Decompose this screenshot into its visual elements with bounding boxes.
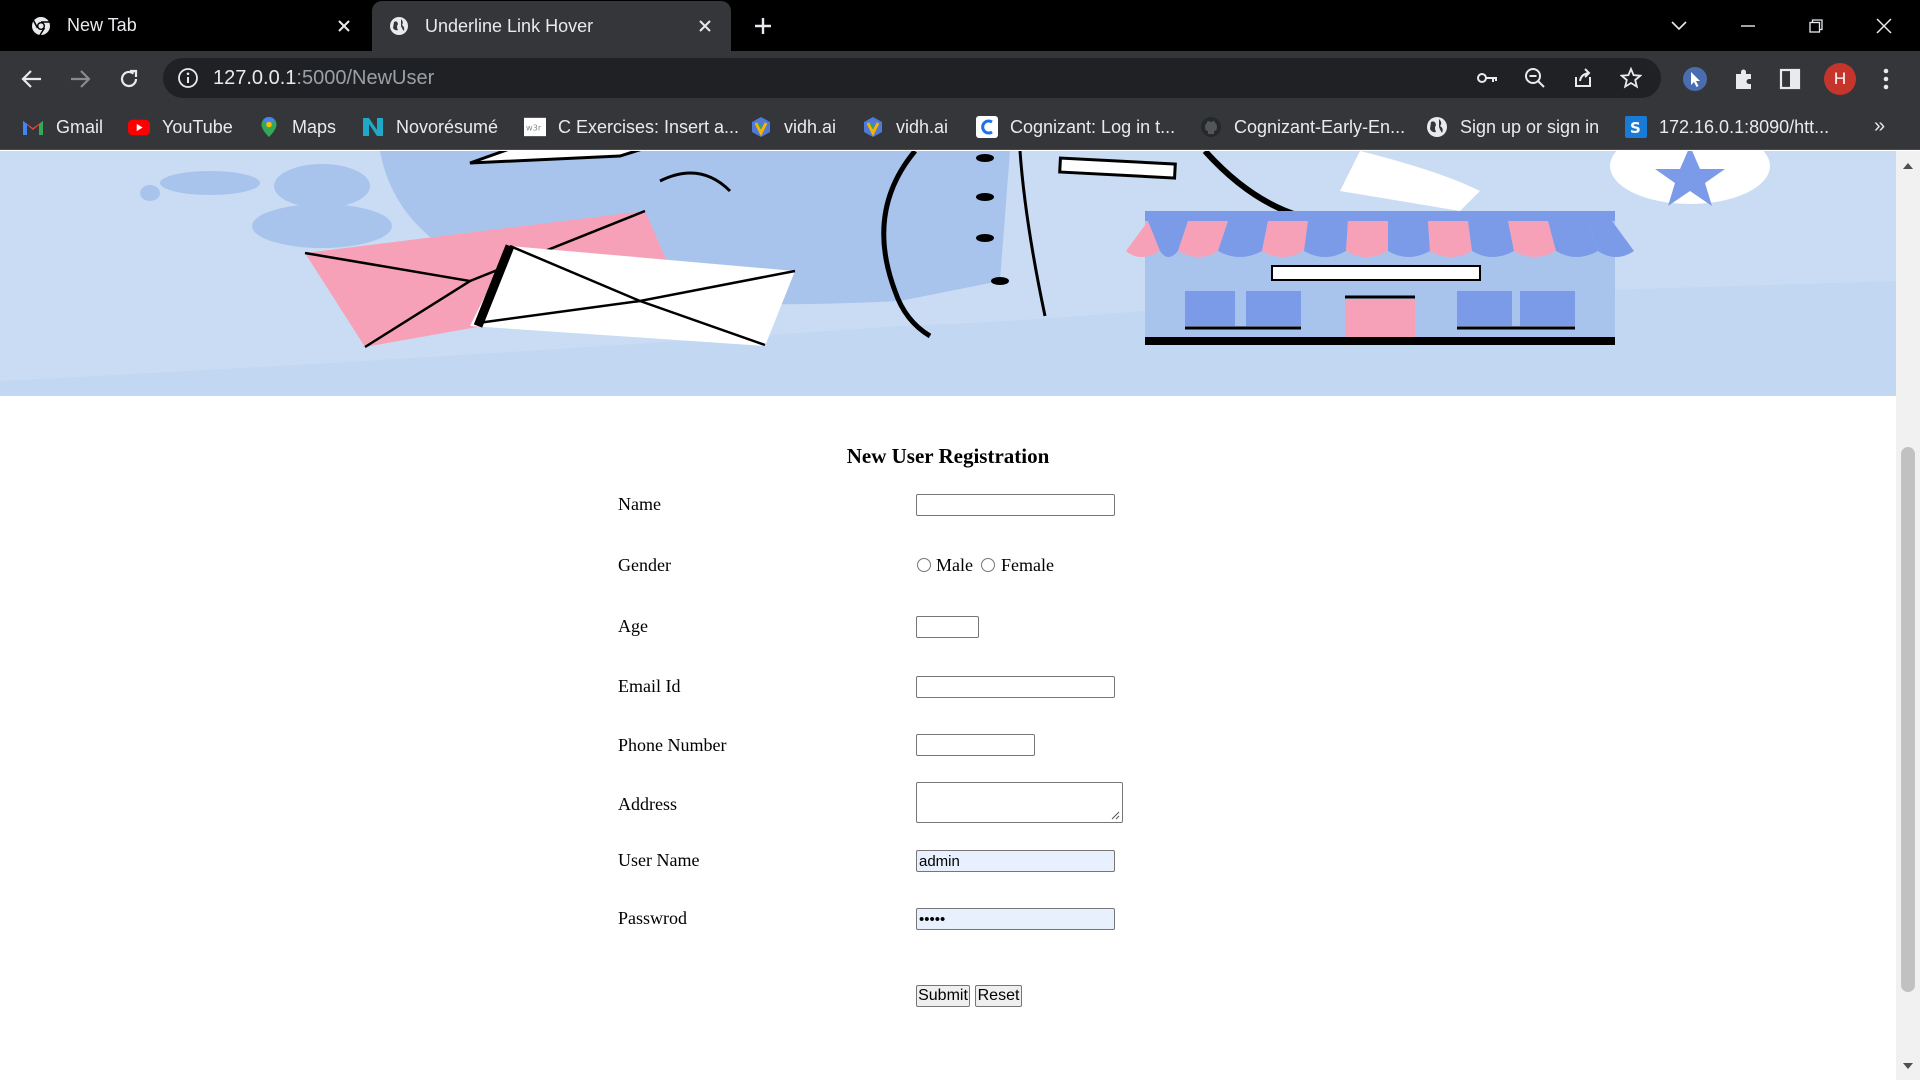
browser-toolbar: 127.0.0.1:5000/NewUser H [0, 51, 1920, 105]
restore-icon[interactable] [1788, 0, 1844, 51]
page-scrollbar[interactable] [1896, 151, 1920, 1080]
bookmark-vidhai-2[interactable]: vidh.ai [862, 115, 948, 139]
sophos-icon: S [1625, 116, 1647, 138]
bookmark-label: Cognizant-Early-En... [1234, 116, 1406, 137]
vidhai-icon [750, 116, 772, 138]
bookmark-gmail[interactable]: Gmail [22, 115, 103, 139]
address-label: Address [618, 794, 677, 814]
password-label: Passwrod [618, 908, 688, 928]
reset-button[interactable]: Reset [975, 985, 1022, 1007]
star-icon[interactable] [1619, 66, 1643, 90]
gmail-icon [22, 116, 44, 138]
extension-cursor-icon[interactable] [1681, 65, 1709, 93]
share-icon[interactable] [1571, 66, 1595, 90]
bookmark-label: YouTube [162, 116, 233, 137]
bookmark-label: 172.16.0.1:8090/htt... [1659, 116, 1830, 137]
tab-strip: New Tab Underline Link Hover [0, 0, 1920, 51]
submit-button[interactable]: Submit [916, 985, 970, 1007]
side-panel-icon[interactable] [1776, 65, 1804, 93]
url-path: :5000/NewUser [296, 67, 435, 89]
info-icon[interactable] [177, 67, 199, 89]
scroll-down-arrow-icon[interactable] [1903, 1061, 1913, 1071]
email-label: Email Id [618, 676, 681, 696]
tab-title: New Tab [67, 15, 137, 35]
phone-label: Phone Number [618, 735, 727, 755]
tab-search-chevron-down-icon[interactable] [1651, 0, 1707, 51]
page-viewport: New User Registration Name Gender Male F… [0, 151, 1896, 1080]
bookmark-maps[interactable]: Maps [258, 115, 336, 139]
globe-icon [389, 16, 409, 36]
url-host: 127.0.0.1 [213, 67, 297, 89]
minimize-icon[interactable] [1720, 0, 1776, 51]
address-bar[interactable]: 127.0.0.1:5000/NewUser [163, 58, 1661, 98]
chrome-icon [31, 16, 51, 36]
name-input[interactable] [916, 494, 1115, 516]
maps-icon [258, 116, 280, 138]
scroll-up-arrow-icon[interactable] [1903, 161, 1913, 171]
close-icon[interactable] [330, 12, 358, 40]
bookmark-label: vidh.ai [896, 116, 949, 137]
profile-avatar[interactable]: H [1824, 63, 1856, 95]
back-arrow-icon[interactable] [16, 63, 48, 95]
address-textarea[interactable] [916, 782, 1123, 823]
password-input[interactable] [916, 908, 1115, 930]
bookmark-label: Gmail [56, 116, 104, 137]
extensions-puzzle-icon[interactable] [1730, 65, 1758, 93]
bookmark-sign-up[interactable]: Sign up or sign in [1426, 115, 1599, 139]
bookmark-cognizant-early-engagement[interactable]: Cognizant-Early-En... [1200, 115, 1405, 139]
window-close-icon[interactable] [1856, 0, 1912, 51]
new-tab-button[interactable] [748, 11, 778, 41]
phone-input[interactable] [916, 734, 1035, 756]
username-label: User Name [618, 850, 700, 870]
youtube-icon [128, 116, 150, 138]
url-text[interactable]: 127.0.0.1:5000/NewUser [213, 67, 434, 90]
username-input[interactable] [916, 850, 1115, 872]
bookmark-novoresume[interactable]: Novorésumé [362, 115, 498, 139]
tab-new-tab[interactable]: New Tab [0, 0, 370, 51]
w3resource-icon: w3r [524, 116, 546, 138]
age-label: Age [618, 616, 648, 636]
menu-kebab-icon[interactable] [1872, 65, 1900, 93]
globe-icon [1426, 116, 1448, 138]
vidhai-icon [862, 116, 884, 138]
key-icon[interactable] [1475, 66, 1499, 90]
svg-text:S: S [1630, 119, 1641, 137]
gender-label: Gender [618, 555, 671, 575]
bookmarks-overflow-icon[interactable]: » [1874, 115, 1885, 138]
bookmark-label: Novorésumé [396, 116, 499, 137]
close-icon[interactable] [691, 12, 719, 40]
novoresume-icon [362, 116, 384, 138]
gender-female-label: Female [1001, 555, 1054, 575]
gender-female-radio[interactable] [981, 558, 995, 572]
bookmark-c-exercises[interactable]: w3r C Exercises: Insert a... [524, 115, 739, 139]
tab-underline-link-hover[interactable]: Underline Link Hover [372, 1, 731, 51]
name-label: Name [618, 494, 661, 514]
tab-title: Underline Link Hover [425, 15, 594, 36]
bookmark-cognizant-login[interactable]: Cognizant: Log in t... [976, 115, 1175, 139]
scrollbar-thumb[interactable] [1901, 447, 1915, 992]
zoom-out-icon[interactable] [1523, 66, 1547, 90]
bookmarks-bar: Gmail YouTube Maps Novorésumé w3r C Exer… [0, 105, 1920, 150]
bookmark-label: Sign up or sign in [1460, 116, 1600, 137]
age-input[interactable] [916, 616, 979, 638]
header-banner-illustration [0, 151, 1896, 396]
github-icon [1200, 116, 1222, 138]
form-title: New User Registration [846, 444, 1050, 468]
cognizant-icon [976, 116, 998, 138]
svg-text:w3r: w3r [526, 123, 542, 133]
gender-male-label: Male [936, 555, 973, 575]
email-input[interactable] [916, 676, 1115, 698]
bookmark-172-16-0-1[interactable]: S 172.16.0.1:8090/htt... [1625, 115, 1829, 139]
gender-male-radio[interactable] [917, 558, 931, 572]
bookmark-youtube[interactable]: YouTube [128, 115, 233, 139]
bookmark-label: C Exercises: Insert a... [558, 116, 740, 137]
bookmark-vidhai-1[interactable]: vidh.ai [750, 115, 836, 139]
resize-grip-icon[interactable] [1110, 810, 1120, 820]
reload-icon[interactable] [113, 63, 145, 95]
bookmark-label: vidh.ai [784, 116, 837, 137]
forward-arrow-icon[interactable] [64, 63, 96, 95]
bookmark-label: Maps [292, 116, 337, 137]
bookmark-label: Cognizant: Log in t... [1010, 116, 1176, 137]
